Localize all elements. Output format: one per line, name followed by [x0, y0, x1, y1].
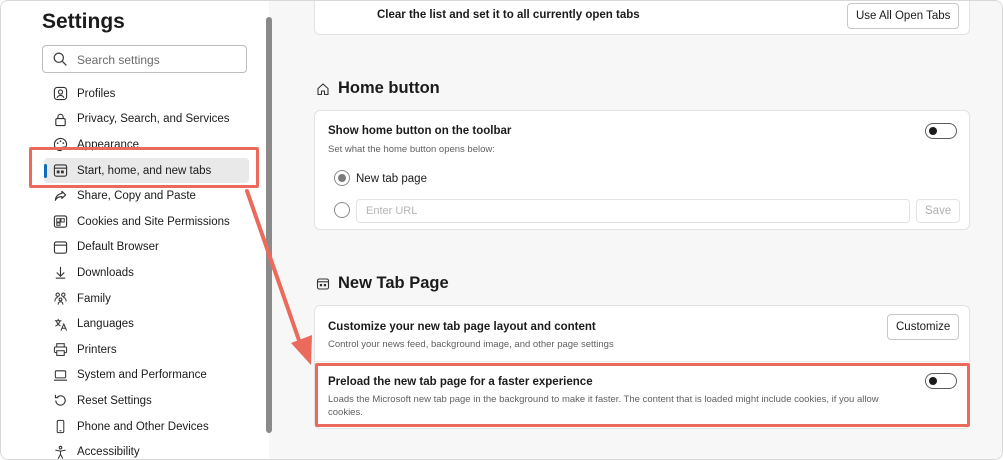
laptop-icon: [52, 367, 68, 383]
sidebar-item-label: Start, home, and new tabs: [77, 164, 212, 177]
sidebar-item-label: Share, Copy and Paste: [77, 190, 196, 203]
newtab-icon: [316, 277, 330, 290]
sidebar-item-privacy[interactable]: Privacy, Search, and Services: [44, 107, 249, 133]
sidebar-item-label: Profiles: [77, 87, 116, 100]
new-tab-page-card: Customize your new tab page layout and c…: [314, 305, 970, 429]
sidebar-item-label: Phone and Other Devices: [77, 420, 209, 433]
home-url-input[interactable]: [356, 199, 910, 223]
sidebar: Settings Profiles Privacy, Search, and S…: [1, 1, 272, 459]
use-all-open-tabs-button[interactable]: Use All Open Tabs: [847, 3, 960, 29]
home-icon: [317, 82, 329, 95]
profile-icon: [52, 86, 68, 102]
sidebar-item-accessibility[interactable]: Accessibility: [44, 439, 249, 459]
sidebar-item-label: Default Browser: [77, 241, 159, 254]
preload-desc: Loads the Microsoft new tab page in the …: [328, 394, 879, 418]
sidebar-nav: Profiles Privacy, Search, and Services A…: [44, 81, 249, 459]
languages-icon: [52, 316, 68, 332]
sidebar-item-appearance[interactable]: Appearance: [44, 132, 249, 158]
startup-pages-card: Clear the list and set it to all current…: [314, 1, 970, 35]
sidebar-item-label: Languages: [77, 318, 134, 331]
sidebar-item-label: Accessibility: [77, 446, 140, 459]
family-icon: [52, 291, 68, 307]
sidebar-item-default-browser[interactable]: Default Browser: [44, 235, 249, 261]
sidebar-item-printers[interactable]: Printers: [44, 337, 249, 363]
sidebar-item-label: System and Performance: [77, 369, 207, 382]
new-tab-page-radio-label: New tab page: [356, 173, 427, 185]
preload-toggle[interactable]: [925, 373, 957, 389]
printer-icon: [52, 342, 68, 358]
customize-button[interactable]: Customize: [887, 314, 960, 340]
lock-icon: [52, 111, 68, 127]
new-tab-page-heading: New Tab Page: [338, 274, 449, 292]
home-button-toggle[interactable]: [925, 123, 957, 139]
sidebar-item-label: Family: [77, 292, 111, 305]
home-button-toggle-title: Show home button on the toolbar: [328, 125, 512, 137]
reset-icon: [52, 393, 68, 409]
sidebar-item-label: Cookies and Site Permissions: [77, 215, 230, 228]
sidebar-item-label: Printers: [77, 343, 117, 356]
sidebar-item-label: Appearance: [77, 138, 140, 151]
custom-url-radio[interactable]: [334, 202, 350, 218]
customize-title: Customize your new tab page layout and c…: [328, 321, 596, 333]
startup-row-title: Clear the list and set it to all current…: [377, 9, 640, 21]
toggle-knob: [929, 377, 937, 385]
search-input[interactable]: [77, 51, 237, 68]
main-content: Clear the list and set it to all current…: [276, 1, 1002, 459]
home-tabs-icon: [52, 163, 68, 179]
sidebar-item-cookies[interactable]: Cookies and Site Permissions: [44, 209, 249, 235]
sidebar-item-system[interactable]: System and Performance: [44, 363, 249, 389]
home-button-heading: Home button: [338, 79, 440, 97]
sidebar-item-label: Privacy, Search, and Services: [77, 113, 230, 126]
download-icon: [52, 265, 68, 281]
accessibility-icon: [52, 444, 68, 459]
save-url-button[interactable]: Save: [916, 199, 961, 223]
row-divider: [315, 361, 969, 362]
sidebar-title: Settings: [42, 10, 125, 33]
sidebar-item-downloads[interactable]: Downloads: [44, 260, 249, 286]
sidebar-item-label: Downloads: [77, 266, 134, 279]
palette-icon: [52, 137, 68, 153]
home-button-section-header: Home button: [316, 79, 440, 98]
sidebar-item-label: Reset Settings: [77, 394, 152, 407]
sidebar-item-profiles[interactable]: Profiles: [44, 81, 249, 107]
home-button-toggle-desc: Set what the home button opens below:: [328, 144, 495, 155]
sidebar-item-start-home-new-tabs[interactable]: Start, home, and new tabs: [44, 157, 249, 184]
search-icon: [53, 52, 67, 66]
phone-icon: [52, 419, 68, 435]
sidebar-item-reset[interactable]: Reset Settings: [44, 388, 249, 414]
search-box[interactable]: [42, 45, 247, 73]
customize-desc: Control your news feed, background image…: [328, 339, 614, 350]
sidebar-scrollbar[interactable]: [266, 17, 272, 433]
sidebar-item-share[interactable]: Share, Copy and Paste: [44, 183, 249, 209]
browser-icon: [52, 239, 68, 255]
cookies-icon: [52, 214, 68, 230]
preload-title: Preload the new tab page for a faster ex…: [328, 376, 593, 388]
sidebar-item-languages[interactable]: Languages: [44, 311, 249, 337]
sidebar-item-phone[interactable]: Phone and Other Devices: [44, 414, 249, 440]
toggle-knob: [929, 127, 937, 135]
new-tab-page-section-header: New Tab Page: [316, 274, 449, 293]
settings-window: Settings Profiles Privacy, Search, and S…: [0, 0, 1003, 460]
new-tab-page-radio[interactable]: [334, 170, 350, 186]
home-button-card: Show home button on the toolbar Set what…: [314, 110, 970, 230]
sidebar-item-family[interactable]: Family: [44, 286, 249, 312]
share-icon: [52, 188, 68, 204]
